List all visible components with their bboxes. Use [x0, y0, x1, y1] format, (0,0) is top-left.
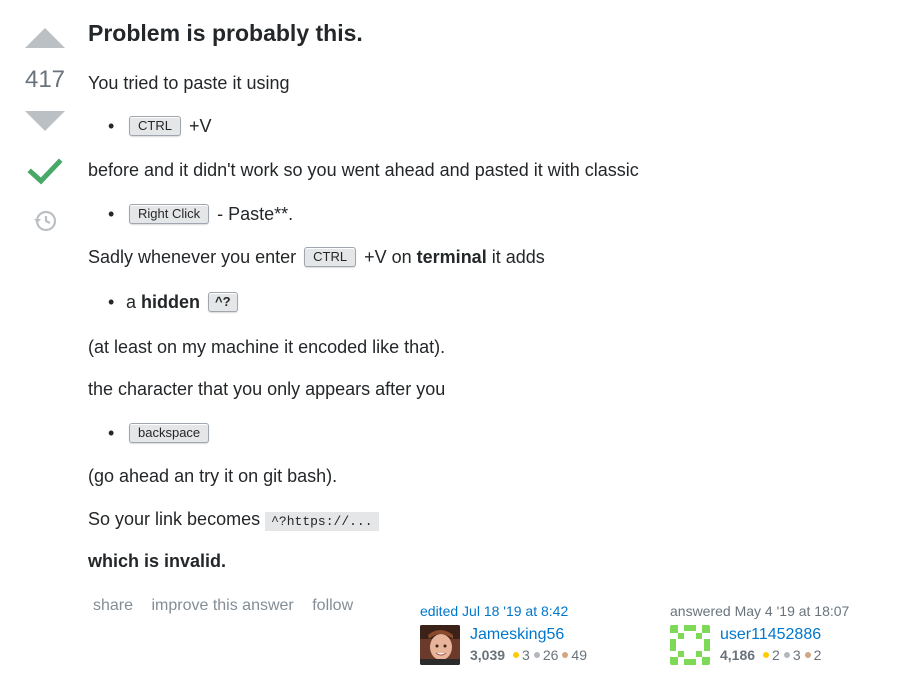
follow-link[interactable]: follow: [312, 597, 353, 614]
accepted-checkmark-icon: [27, 158, 63, 185]
bronze-badge-icon: [562, 652, 569, 659]
kbd-ctrl: CTRL: [304, 247, 357, 268]
paragraph-git-bash: (go ahead an try it on git bash).: [88, 466, 338, 486]
avatar[interactable]: [670, 625, 710, 665]
bronze-badge-icon: [804, 652, 811, 659]
list-backspace: backspace: [108, 421, 212, 445]
author-stats: 4,186 2 3 2: [720, 647, 822, 663]
post-menu: share improve this answer follow: [93, 597, 367, 615]
author-user: user11452886 4,186 2 3 2: [670, 625, 849, 665]
list-item: CTRL +V: [108, 114, 212, 138]
author-signature: answered May 4 '19 at 18:07 user11452886: [670, 603, 849, 665]
answer-heading: Problem is probably this.: [88, 20, 363, 46]
edited-timestamp[interactable]: edited Jul 18 '19 at 8:42: [420, 603, 587, 619]
paragraph-invalid: which is invalid.: [88, 551, 227, 571]
kbd-right-click: Right Click: [129, 204, 210, 225]
improve-answer-link[interactable]: improve this answer: [151, 597, 293, 614]
answered-timestamp: answered May 4 '19 at 18:07: [670, 603, 850, 619]
inline-code: ^?https://...: [265, 512, 379, 531]
gold-badge-icon: [763, 652, 770, 659]
paragraph-paste-using: You tried to paste it using: [88, 73, 290, 93]
downvote-arrow-icon[interactable]: [25, 111, 65, 131]
paragraph-encoded: (at least on my machine it encoded like …: [88, 337, 446, 357]
kbd-ctrl: CTRL: [129, 116, 181, 137]
paragraph-classic: before and it didn't work so you went ah…: [88, 160, 639, 180]
list-right-click: Right Click - Paste**.: [108, 202, 293, 226]
editor-user: Jamesking56 3,039 3 26 49: [420, 625, 587, 665]
paragraph-terminal: Sadly whenever you enter CTRL +V on term…: [88, 247, 545, 268]
paragraph-character: the character that you only appears afte…: [88, 379, 446, 399]
list-item: backspace: [108, 421, 212, 445]
history-icon[interactable]: [32, 208, 58, 234]
share-link[interactable]: share: [93, 597, 133, 614]
kbd-caret-question: ^?: [208, 292, 238, 313]
avatar[interactable]: [420, 625, 460, 665]
silver-badge-icon: [783, 652, 790, 659]
upvote-arrow-icon[interactable]: [25, 28, 65, 48]
list-item: Right Click - Paste**.: [108, 202, 293, 226]
reputation: 3,039: [470, 647, 506, 663]
editor-signature: edited Jul 18 '19 at 8:42 Jamesking56 3,…: [420, 603, 587, 665]
list-hidden: a hidden ^?: [108, 290, 241, 314]
author-name[interactable]: user11452886: [720, 625, 821, 645]
vote-cell: 417: [20, 28, 70, 239]
list-item: a hidden ^?: [108, 290, 241, 314]
silver-badge-icon: [533, 652, 540, 659]
kbd-backspace: backspace: [129, 423, 210, 444]
gold-badge-icon: [513, 652, 520, 659]
vote-count: 417: [24, 66, 66, 93]
reputation: 4,186: [720, 647, 756, 663]
paragraph-link: So your link becomes ^?https://...: [88, 508, 379, 533]
answer-body: Problem is probably this. You tried to p…: [88, 18, 888, 571]
editor-name[interactable]: Jamesking56: [470, 625, 587, 645]
list-ctrl-v: CTRL +V: [108, 114, 212, 138]
editor-stats: 3,039 3 26 49: [470, 647, 587, 663]
